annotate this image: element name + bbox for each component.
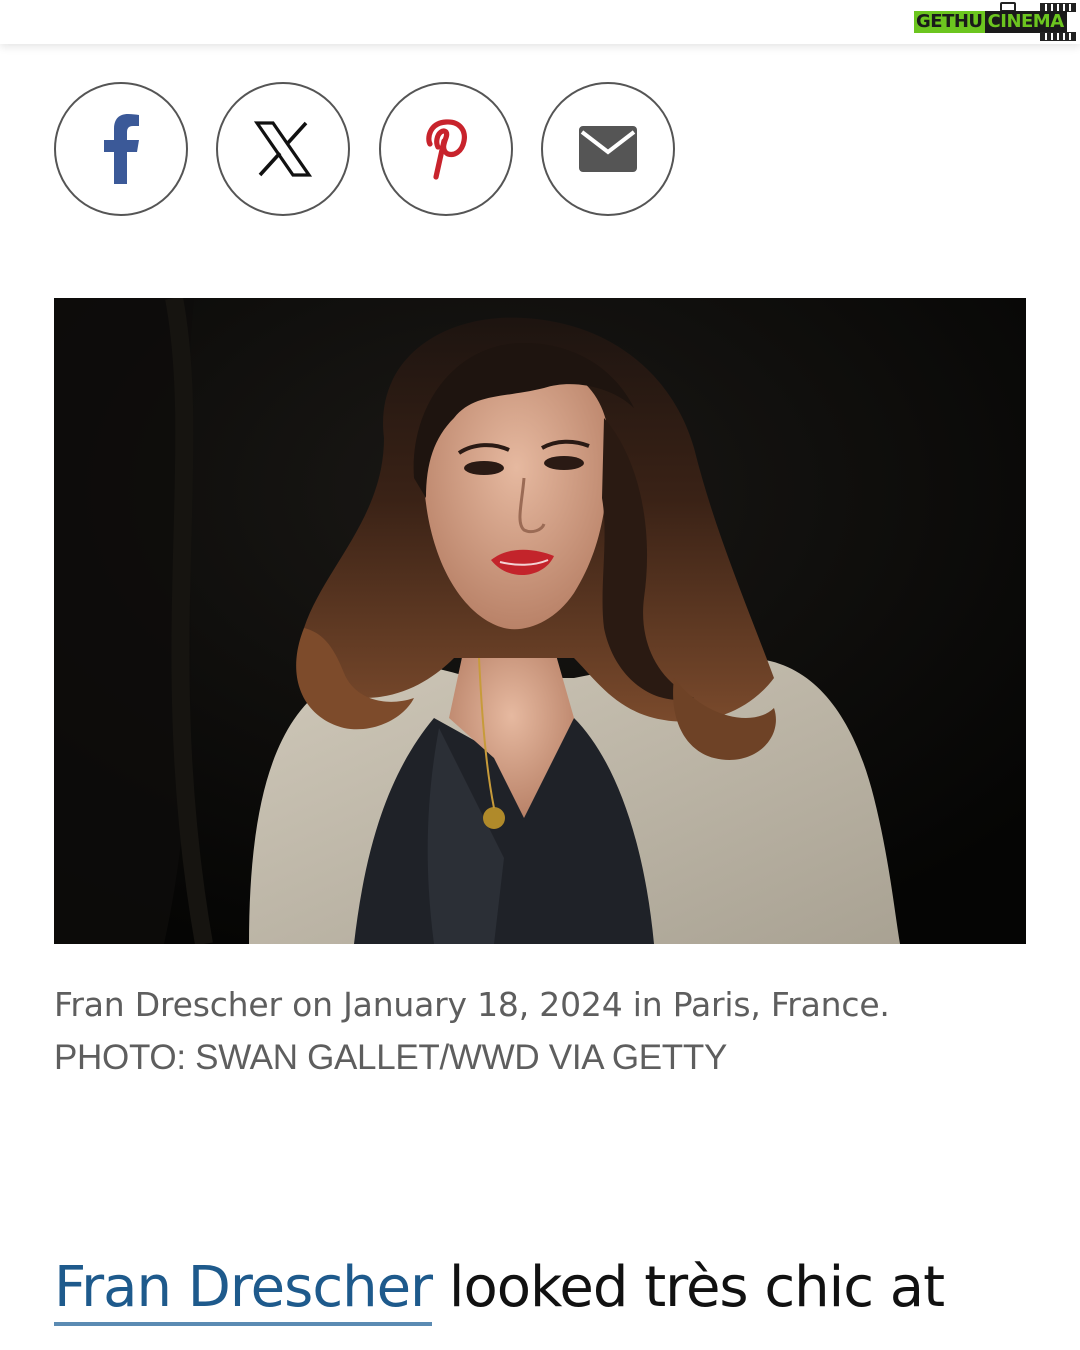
caption-text: Fran Drescher on January 18, 2024 in Par…: [54, 985, 890, 1024]
watermark-wordmark: GETHU CINEMA: [914, 11, 1076, 33]
lede-text: looked très chic at: [432, 1255, 945, 1320]
facebook-icon: [104, 114, 139, 184]
article-lede: Fran Drescher looked très chic at: [54, 1252, 1054, 1326]
photo-caption: Fran Drescher on January 18, 2024 in Par…: [54, 978, 1034, 1084]
watermark-text-1: GETHU: [914, 11, 985, 33]
x-icon: [254, 121, 312, 177]
pinterest-icon: [426, 119, 467, 180]
watermark-text-2: CINEMA: [984, 11, 1067, 33]
article-photo: [54, 298, 1026, 944]
person-link[interactable]: Fran Drescher: [54, 1255, 433, 1326]
email-share-button[interactable]: [541, 82, 675, 216]
photo-credit: PHOTO: SWAN GALLET/WWD VIA GETTY: [54, 1038, 727, 1077]
facebook-share-button[interactable]: [54, 82, 188, 216]
top-bar: GETHU CINEMA: [0, 0, 1080, 44]
pinterest-share-button[interactable]: [379, 82, 513, 216]
portrait-photo: [54, 298, 1026, 944]
film-strip-icon: [1040, 32, 1076, 41]
mail-icon: [579, 126, 637, 172]
x-share-button[interactable]: [216, 82, 350, 216]
gethu-cinema-watermark-logo: GETHU CINEMA: [914, 2, 1078, 42]
